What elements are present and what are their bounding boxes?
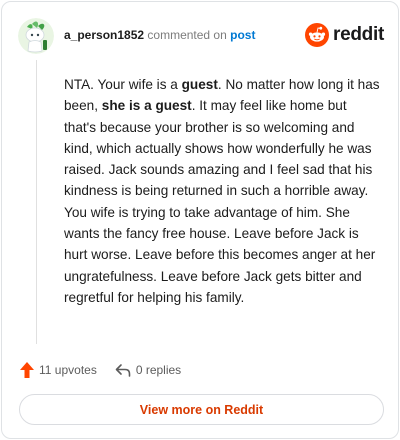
reddit-wordmark: reddit	[333, 24, 384, 45]
upvote-count: 11 upvotes	[39, 363, 97, 377]
comment-header: a_person1852 commented on post reddit	[18, 18, 384, 54]
view-more-button[interactable]: View more on Reddit	[19, 394, 384, 425]
comment-bold-text: she is a guest	[101, 98, 192, 114]
reddit-comment-embed: a_person1852 commented on post reddit NT…	[1, 1, 399, 439]
upvote-arrow-icon	[20, 362, 34, 378]
post-link[interactable]: post	[230, 28, 255, 42]
reddit-snoo-icon	[305, 23, 330, 47]
action-text: commented on	[147, 28, 227, 42]
comment-body: NTA. Your wife is a guest. No matter how…	[64, 74, 382, 308]
upvote-button[interactable]: 11 upvotes	[20, 362, 97, 378]
user-avatar[interactable]	[18, 18, 54, 54]
comment-bold-text: guest	[181, 77, 218, 92]
reply-arrow-icon	[115, 364, 131, 377]
comment-meta: a_person1852 commented on post	[64, 28, 255, 42]
comment-actions: 11 upvotes 0 replies	[20, 360, 181, 380]
username-link[interactable]: a_person1852	[64, 28, 144, 42]
comment-text-part: NTA. Your wife is a	[64, 77, 182, 92]
reply-count: 0 replies	[135, 363, 182, 377]
reddit-logo[interactable]: reddit	[305, 22, 384, 48]
comment-text-part: . It may feel like home but that's becau…	[64, 98, 376, 305]
thread-line	[36, 60, 37, 344]
reply-button[interactable]: 0 replies	[115, 363, 181, 377]
